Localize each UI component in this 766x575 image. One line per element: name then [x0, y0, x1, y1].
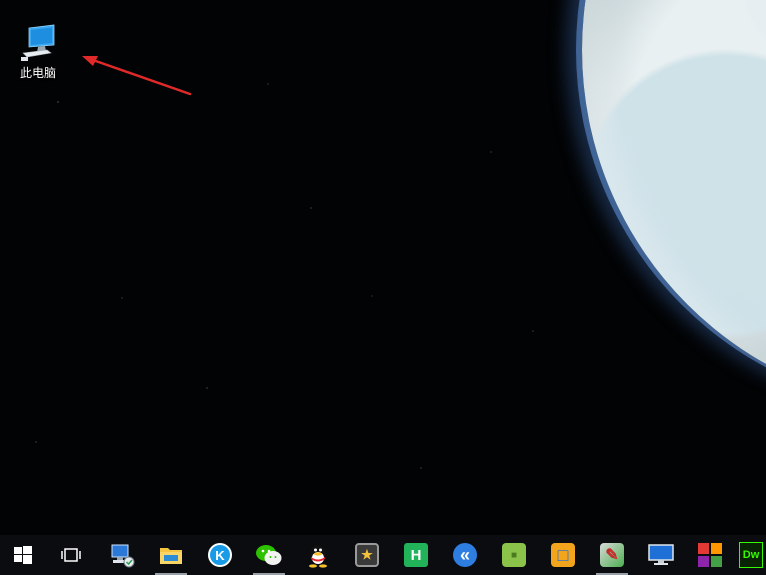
start-button[interactable] — [3, 535, 43, 575]
dreamweaver-icon: Dw — [739, 542, 763, 568]
network-computer-icon — [111, 544, 135, 568]
color-grid-icon — [698, 543, 722, 567]
wechat-icon — [256, 545, 282, 565]
taskbar-app-blue-k[interactable]: « — [445, 535, 485, 575]
hbuilder-glyph: H — [410, 546, 422, 564]
taskbar-app-qq[interactable] — [298, 535, 338, 575]
taskbar-app-hbuilder[interactable]: H — [396, 535, 436, 575]
star-box-icon: ★ — [355, 543, 379, 567]
windows-logo-icon — [14, 546, 32, 564]
folder-icon — [160, 548, 182, 564]
pen-globe-icon: ✎ — [600, 543, 624, 567]
taskbar-app-pen[interactable]: ✎ — [592, 535, 632, 575]
blue-chevron-icon: « — [453, 543, 477, 567]
taskbar-app-dreamweaver[interactable]: Dw — [739, 535, 766, 575]
this-pc-icon — [12, 24, 64, 64]
earth-wallpaper — [582, 0, 766, 410]
kugou-glyph: K — [215, 547, 225, 563]
desktop-icon-label: 此电脑 — [19, 66, 56, 80]
taskbar-app-star[interactable]: ★ — [347, 535, 387, 575]
desktop-icon-this-pc[interactable]: 此电脑 — [12, 24, 64, 92]
blue-chevron-glyph: « — [459, 544, 470, 565]
taskbar-app-kugou-music[interactable]: K — [200, 535, 240, 575]
taskbar-app-remote-desktop[interactable] — [641, 535, 681, 575]
taskbar: K ★ H « ■ □ ✎ Dw — [0, 535, 766, 575]
taskbar-app-green[interactable]: ■ — [494, 535, 534, 575]
star-glyph: ★ — [361, 547, 373, 562]
desktop-background: 此电脑 — [0, 0, 766, 535]
blue-orange-square-icon: □ — [551, 543, 575, 567]
dreamweaver-glyph: Dw — [742, 549, 760, 561]
task-view-icon — [61, 548, 81, 562]
taskbar-app-grid[interactable] — [690, 535, 730, 575]
red-arrow-annotation — [82, 56, 192, 96]
hbuilder-icon: H — [404, 543, 428, 567]
qq-penguin-icon — [309, 545, 327, 568]
pen-glyph: ✎ — [605, 547, 619, 564]
green-box-icon: ■ — [502, 543, 526, 567]
square-glyph: □ — [557, 544, 569, 565]
taskbar-app-network-setup[interactable] — [102, 535, 142, 575]
green-box-glyph: ■ — [510, 549, 518, 561]
task-view-button[interactable] — [51, 535, 91, 575]
monitor-icon — [648, 544, 674, 565]
taskbar-app-square[interactable]: □ — [543, 535, 583, 575]
kugou-icon: K — [208, 543, 232, 567]
taskbar-app-wechat[interactable] — [249, 535, 289, 575]
taskbar-app-file-explorer[interactable] — [151, 535, 191, 575]
